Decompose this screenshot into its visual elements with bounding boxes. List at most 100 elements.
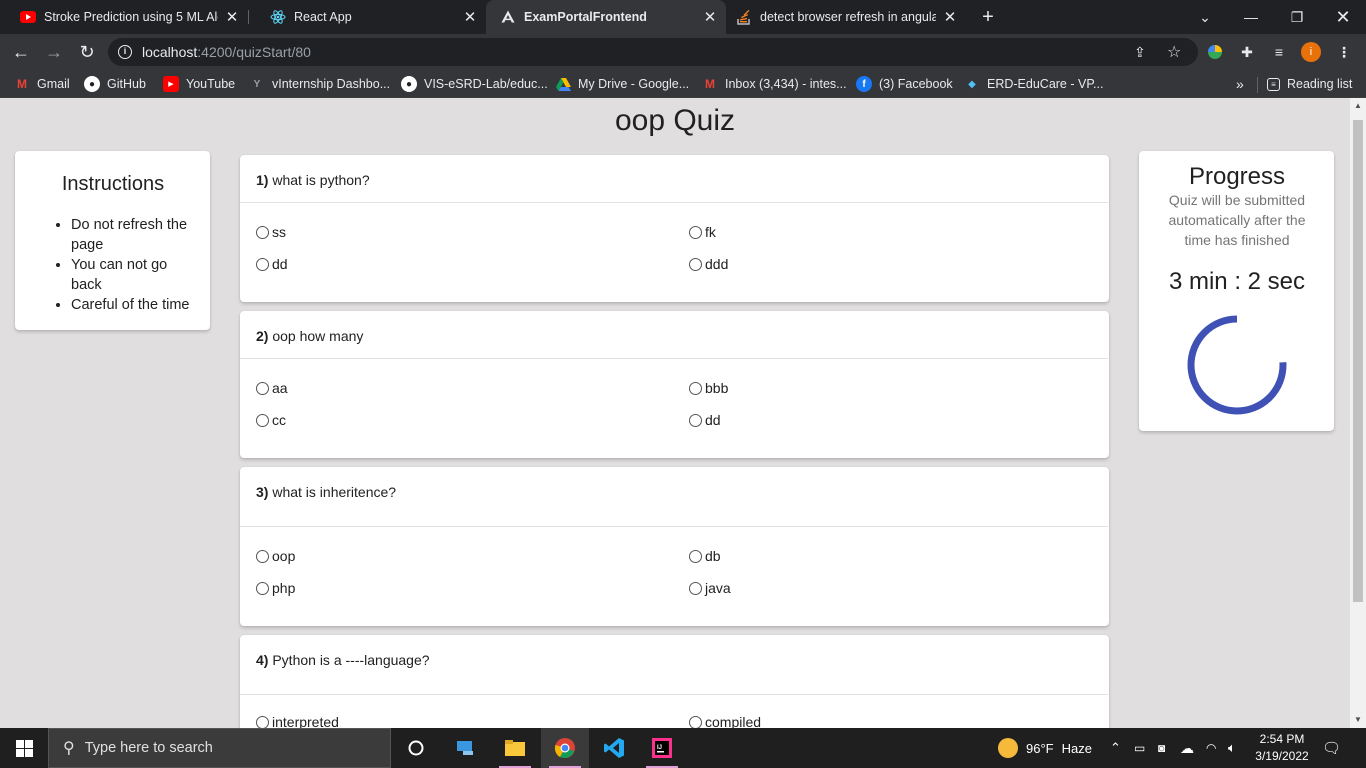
bookmark-facebook[interactable]: f (3) Facebook (856, 75, 953, 93)
question-header: 2) oop how many (240, 311, 1108, 359)
page-scrollbar[interactable]: ▲ ▼ (1350, 98, 1366, 728)
tab-stroke-prediction[interactable]: Stroke Prediction using 5 ML Alg ✕ (0, 0, 248, 34)
answer-option[interactable]: bbb (689, 380, 728, 396)
bookmark-label: GitHub (107, 77, 146, 91)
show-hidden-icons-chevron-icon[interactable]: ⌃ (1110, 728, 1121, 768)
option-label: fk (705, 224, 716, 240)
option-label: cc (272, 412, 286, 428)
restore-button[interactable]: ❐ (1274, 0, 1320, 34)
battery-icon[interactable]: ▭ (1134, 728, 1145, 768)
radio-button[interactable] (689, 549, 702, 563)
vscode-icon[interactable] (590, 728, 638, 768)
more-bookmarks-button[interactable]: » (1236, 75, 1244, 93)
bookmark-inbox[interactable]: M Inbox (3,434) - intes... (702, 75, 847, 93)
wifi-icon[interactable]: ◠ (1206, 728, 1216, 768)
bookmark-drive[interactable]: My Drive - Google... (555, 75, 689, 93)
new-tab-button[interactable]: + (977, 6, 999, 28)
radio-button[interactable] (256, 581, 269, 595)
option-label: compiled (705, 714, 762, 728)
extensions-puzzle-icon[interactable]: ✚ (1237, 42, 1257, 62)
forward-arrow-icon[interactable]: → (41, 39, 67, 65)
radio-button[interactable] (256, 715, 269, 728)
search-icon: ⚲ (63, 740, 75, 757)
radio-button[interactable] (256, 413, 269, 427)
close-tab-icon[interactable]: ✕ (702, 8, 718, 26)
windows-start-button[interactable] (0, 728, 48, 768)
answer-option[interactable]: db (689, 548, 721, 564)
volume-icon[interactable]: 🔈︎ (1228, 728, 1236, 768)
media-control-icon[interactable]: ≡ (1269, 42, 1289, 62)
taskbar-clock[interactable]: 2:54 PM 3/19/2022 (1252, 731, 1312, 765)
answer-option[interactable]: dd (689, 412, 721, 428)
file-explorer-icon[interactable] (491, 728, 539, 768)
scroll-thumb[interactable] (1353, 120, 1363, 602)
answer-option[interactable]: java (689, 580, 731, 596)
answer-option[interactable]: aa (256, 380, 288, 396)
tab-exam-portal[interactable]: ExamPortalFrontend ✕ (486, 0, 726, 34)
option-label: php (272, 580, 296, 596)
answer-option[interactable]: cc (256, 412, 286, 428)
answer-option[interactable]: ss (256, 224, 286, 240)
weather-widget[interactable]: 96°F Haze (998, 728, 1092, 768)
answer-option[interactable]: dd (256, 256, 288, 272)
cortana-icon[interactable] (392, 728, 440, 768)
answer-option[interactable]: oop (256, 548, 295, 564)
share-icon[interactable]: ⇪ (1134, 38, 1146, 66)
bookmark-vis-esrd[interactable]: ● VIS-eSRD-Lab/educ... (401, 75, 548, 93)
radio-button[interactable] (689, 413, 702, 427)
meet-now-icon[interactable]: ◙ (1158, 728, 1165, 768)
bookmark-github[interactable]: ● GitHub (84, 75, 146, 93)
scroll-down-arrow-icon[interactable]: ▼ (1350, 712, 1366, 728)
radio-button[interactable] (689, 381, 702, 395)
close-tab-icon[interactable]: ✕ (462, 8, 478, 26)
weather-temp: 96°F (1026, 740, 1054, 756)
answer-option[interactable]: compiled (689, 714, 761, 728)
radio-button[interactable] (689, 715, 702, 728)
close-tab-icon[interactable]: ✕ (942, 8, 958, 26)
extension-colorful-icon[interactable] (1205, 42, 1225, 62)
menu-kebab-icon[interactable]: ⋮ (1334, 42, 1354, 62)
react-icon (270, 9, 286, 25)
answer-option[interactable]: php (256, 580, 295, 596)
bookmark-youtube[interactable]: ▶ YouTube (163, 75, 235, 93)
radio-button[interactable] (689, 581, 702, 595)
bookmark-vinternship[interactable]: YvInternship Dashbo... (249, 75, 390, 93)
svg-text:IJ: IJ (657, 745, 662, 751)
radio-button[interactable] (256, 549, 269, 563)
address-bar[interactable]: i localhost:4200/quizStart/80 ⇪ ☆ (108, 38, 1198, 66)
radio-button[interactable] (256, 257, 269, 271)
scroll-up-arrow-icon[interactable]: ▲ (1350, 98, 1366, 114)
profile-avatar[interactable]: i (1301, 42, 1321, 62)
radio-button[interactable] (689, 257, 702, 271)
minimize-button[interactable]: — (1228, 0, 1274, 34)
bookmark-erd-educare[interactable]: ◆ ERD-EduCare - VP... (964, 75, 1103, 93)
bookmark-star-icon[interactable]: ☆ (1167, 38, 1181, 66)
reading-list-button[interactable]: ≡ Reading list (1267, 75, 1352, 93)
tab-search-icon[interactable]: ⌄ (1182, 0, 1228, 34)
question-number: 1) (256, 172, 269, 188)
answer-option[interactable]: fk (689, 224, 716, 240)
task-view-icon[interactable] (442, 728, 490, 768)
radio-button[interactable] (256, 225, 269, 239)
onedrive-cloud-icon[interactable]: ☁ (1180, 728, 1194, 768)
github-icon: ● (401, 76, 417, 92)
youtube-icon (20, 9, 36, 25)
close-tab-icon[interactable]: ✕ (224, 8, 240, 26)
back-arrow-icon[interactable]: ← (8, 39, 34, 65)
answer-option[interactable]: interpreted (256, 714, 339, 728)
reload-icon[interactable]: ↻ (74, 39, 100, 65)
option-label: dd (705, 412, 721, 428)
answer-option[interactable]: ddd (689, 256, 728, 272)
tab-detect-refresh[interactable]: detect browser refresh in angular ✕ (726, 0, 966, 34)
notifications-icon[interactable]: 🗨︎ (1322, 728, 1341, 768)
site-info-icon[interactable]: i (118, 45, 132, 59)
bookmark-gmail[interactable]: M Gmail (14, 75, 70, 93)
radio-button[interactable] (256, 381, 269, 395)
radio-button[interactable] (689, 225, 702, 239)
close-window-button[interactable]: ✕ (1320, 0, 1366, 34)
taskbar-search-box[interactable]: ⚲ Type here to search (48, 728, 391, 768)
intellij-icon[interactable]: IJ (638, 728, 686, 768)
chrome-taskbar-icon[interactable] (541, 728, 589, 768)
bookmarks-bar: M Gmail ● GitHub ▶ YouTube YvInternship Das… (0, 70, 1366, 98)
tab-react-app[interactable]: React App ✕ (250, 0, 486, 34)
